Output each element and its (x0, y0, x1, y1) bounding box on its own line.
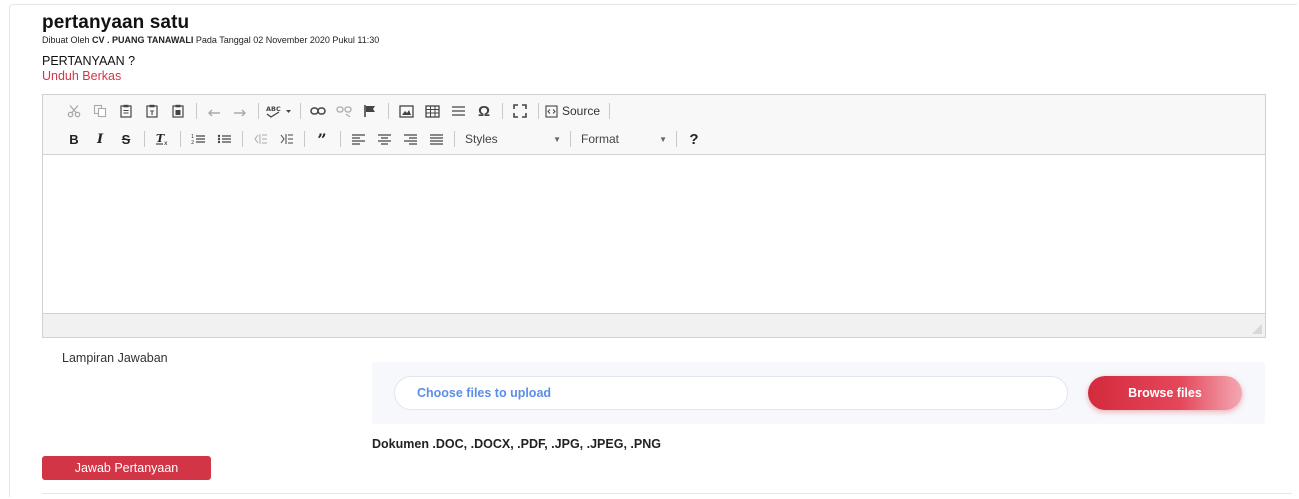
toolbar-separator (538, 103, 539, 119)
toolbar-separator (340, 131, 341, 147)
toolbar-separator (454, 131, 455, 147)
outdent-icon[interactable] (249, 128, 271, 150)
browse-files-button[interactable]: Browse files (1088, 376, 1242, 410)
submit-answer-button[interactable]: Jawab Pertanyaan (42, 456, 211, 480)
align-right-icon[interactable] (399, 128, 421, 150)
divider (42, 493, 1292, 494)
toolbar-separator (196, 103, 197, 119)
editor-toolbar: T ABC Ω Source B I S T x 1 2 ” Styles ▼ … (43, 95, 1265, 155)
numbered-list-icon[interactable]: 12 (187, 128, 209, 150)
svg-text:T: T (150, 110, 155, 117)
allowed-file-types: Dokumen .DOC, .DOCX, .PDF, .JPG, .JPEG, … (372, 437, 661, 451)
table-icon[interactable] (421, 100, 443, 122)
align-left-icon[interactable] (347, 128, 369, 150)
strikethrough-icon[interactable]: S (115, 128, 137, 150)
upload-panel: Choose files to upload Browse files (372, 362, 1265, 424)
toolbar-row-1: T ABC Ω Source (63, 100, 616, 122)
help-icon[interactable]: ? (683, 128, 705, 150)
svg-text:2: 2 (191, 140, 194, 145)
toolbar-separator (609, 103, 611, 119)
toolbar-separator (570, 131, 571, 147)
italic-icon[interactable]: I (89, 128, 111, 150)
meta-suffix: Pada Tanggal 02 November 2020 Pukul 11:3… (195, 35, 380, 45)
toolbar-separator (180, 131, 181, 147)
toolbar-separator (676, 131, 677, 147)
image-icon[interactable] (395, 100, 417, 122)
toolbar-row-2: B I S Tx 12 ” Styles ▼ Format ▼ ? (63, 128, 709, 150)
redo-icon[interactable] (229, 100, 251, 122)
paste-text-icon[interactable]: T (141, 100, 163, 122)
question-meta: Dibuat Oleh CV . PUANG TANAWALI Pada Tan… (42, 35, 379, 45)
styles-label: Styles (465, 132, 498, 146)
editor-content-area[interactable] (43, 155, 1265, 313)
editor-statusbar (43, 313, 1265, 337)
copy-icon[interactable] (89, 100, 111, 122)
chevron-down-icon: ▼ (659, 134, 667, 144)
source-button[interactable]: Source (545, 104, 600, 118)
resize-grip-icon[interactable] (1252, 324, 1262, 334)
chevron-down-icon: ▼ (553, 134, 561, 144)
paste-icon[interactable] (115, 100, 137, 122)
toolbar-separator (300, 103, 301, 119)
rich-text-editor: T ABC Ω Source B I S T x 1 2 ” Styles ▼ … (42, 94, 1266, 338)
format-label: Format (581, 132, 620, 146)
toolbar-separator (242, 131, 243, 147)
toolbar-separator (258, 103, 259, 119)
unlink-icon[interactable] (333, 100, 355, 122)
spellcheck-icon[interactable]: ABC (265, 100, 293, 122)
undo-icon[interactable] (203, 100, 225, 122)
file-upload-input[interactable]: Choose files to upload (394, 376, 1068, 410)
paste-word-icon[interactable] (167, 100, 189, 122)
toolbar-separator (502, 103, 503, 119)
align-center-icon[interactable] (373, 128, 395, 150)
anchor-flag-icon[interactable] (359, 100, 381, 122)
remove-format-icon[interactable]: Tx (151, 128, 173, 150)
meta-prefix: Dibuat Oleh (42, 35, 90, 45)
source-icon (545, 104, 558, 118)
toolbar-separator (388, 103, 389, 119)
question-title: pertanyaan satu (42, 12, 190, 33)
special-char-icon[interactable]: Ω (473, 100, 495, 122)
meta-author: CV . PUANG TANAWALI (92, 35, 194, 45)
bold-icon[interactable]: B (63, 128, 85, 150)
question-body: PERTANYAAN ? (42, 54, 136, 68)
format-dropdown[interactable]: Format ▼ (577, 132, 667, 146)
toolbar-separator (304, 131, 305, 147)
bulleted-list-icon[interactable] (213, 128, 235, 150)
align-justify-icon[interactable] (425, 128, 447, 150)
indent-icon[interactable] (275, 128, 297, 150)
maximize-icon[interactable] (509, 100, 531, 122)
toolbar-separator (144, 131, 145, 147)
horizontal-line-icon[interactable] (447, 100, 469, 122)
source-label: Source (562, 104, 601, 118)
styles-dropdown[interactable]: Styles ▼ (461, 132, 561, 146)
cut-icon[interactable] (63, 100, 85, 122)
blockquote-icon[interactable]: ” (311, 128, 333, 150)
svg-text:x: x (164, 140, 168, 146)
attachment-label: Lampiran Jawaban (62, 351, 168, 365)
download-file-link[interactable]: Unduh Berkas (42, 69, 121, 83)
link-icon[interactable] (307, 100, 329, 122)
